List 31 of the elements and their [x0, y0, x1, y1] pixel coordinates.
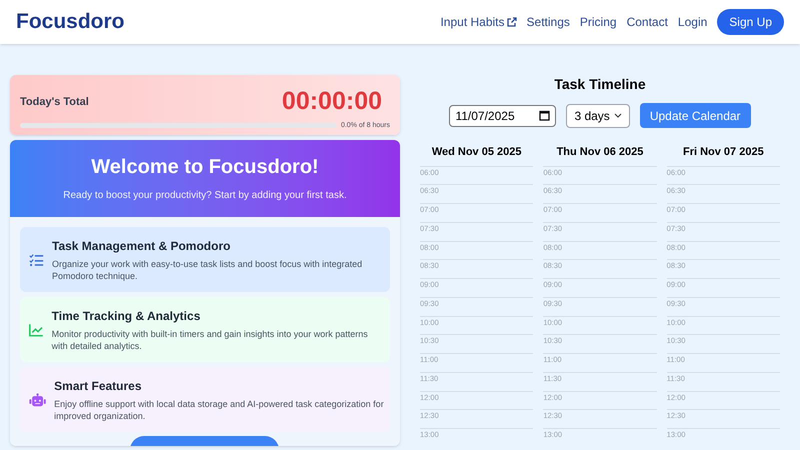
nav-link[interactable]: Settings: [526, 13, 570, 31]
nav-link[interactable]: Input Habits: [440, 13, 517, 31]
day-header: Fri Nov 07 2025: [682, 145, 765, 160]
nav-link[interactable]: Login: [678, 13, 708, 31]
feature-title: Task Management & Pomodoro: [52, 238, 232, 255]
nav-link[interactable]: Pricing: [580, 13, 617, 31]
day-header: Wed Nov 05 2025: [430, 145, 522, 160]
checklist-icon: [29, 252, 44, 268]
day-header: Thu Nov 06 2025: [556, 145, 644, 160]
external-link-icon: [506, 17, 517, 27]
range-select[interactable]: 3 days: [566, 104, 630, 128]
update-calendar-button[interactable]: Update Calendar: [640, 103, 751, 128]
date-field[interactable]: 11/07/2025: [449, 104, 556, 126]
sign-up-button[interactable]: Sign Up: [717, 9, 784, 35]
logo[interactable]: Focusdoro: [16, 6, 124, 38]
feature-description: Monitor productivity with built-in timers and gain insights into your work patterns with detailed analytics.: [52, 328, 369, 352]
welcome-title: Welcome to Focusdoro!: [91, 155, 319, 180]
timeline-title: Task Timeline: [554, 75, 646, 94]
nav-link[interactable]: Contact: [626, 13, 668, 31]
robot-icon: [29, 390, 46, 408]
feature-description: Enjoy offline support with local data storage and AI-powered task categorization for improved organization.: [54, 398, 384, 422]
welcome-subtitle: Ready to boost your productivity? Start by adding your first task.: [63, 189, 347, 203]
timer: 00:00:00: [282, 86, 382, 117]
line-chart-icon: [29, 322, 44, 338]
chevron-down-icon: [614, 113, 622, 118]
feature-title: Smart Features: [54, 378, 143, 395]
date-value: 11/07/2025: [455, 108, 515, 124]
feature-description: Organize your work with easy-to-use task lists and boost focus with integrated Pomodoro technique.: [52, 258, 364, 282]
calendar-icon: [539, 110, 550, 121]
today-label: Today's Total: [20, 94, 89, 110]
feature-title: Time Tracking & Analytics: [52, 308, 202, 325]
